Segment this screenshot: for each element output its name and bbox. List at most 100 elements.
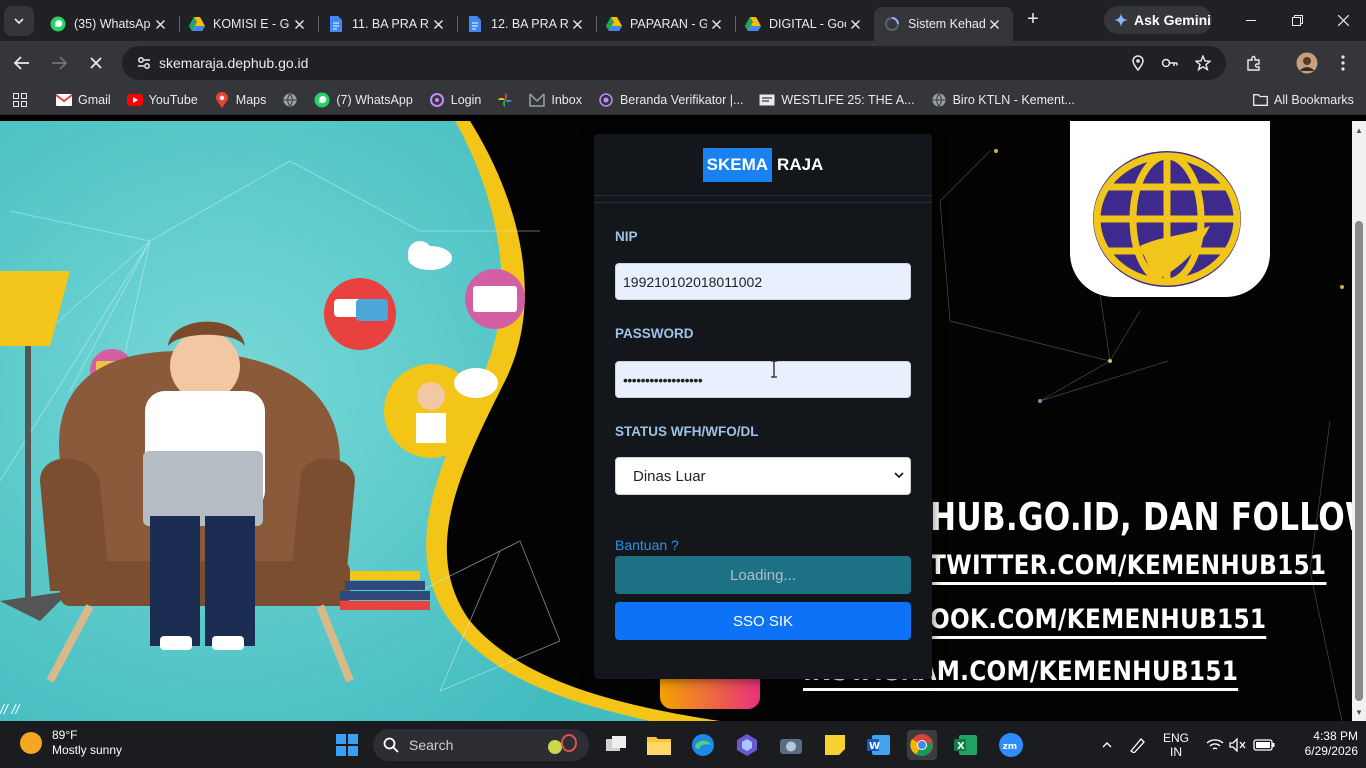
tab-close-icon[interactable] — [151, 15, 169, 33]
stop-loading-button[interactable] — [82, 49, 110, 77]
tab-close-icon[interactable] — [707, 15, 725, 33]
bookmark-item[interactable]: Login — [429, 92, 481, 108]
browser-tab[interactable]: Sistem Kehadiran — [874, 7, 1013, 41]
status-selected-value: Dinas Luar — [633, 467, 706, 485]
browser-tab[interactable]: 12. BA PRA RAPAT — [457, 7, 596, 41]
scroll-down-icon[interactable]: ▼ — [1352, 705, 1366, 719]
extensions-button[interactable] — [1240, 49, 1268, 77]
bookmark-label: Biro KTLN - Kement... — [952, 92, 1075, 107]
bookmark-label: (7) WhatsApp — [336, 92, 413, 107]
tab-close-icon[interactable] — [985, 15, 1003, 33]
bookmark-label: Gmail — [78, 92, 111, 107]
browser-menu-button[interactable] — [1329, 49, 1357, 77]
google-docs-icon — [467, 16, 483, 32]
app-hex-icon[interactable] — [732, 730, 762, 760]
zoom-icon[interactable]: zm — [996, 730, 1026, 760]
svg-text:zm: zm — [1003, 742, 1018, 752]
tab-search-button[interactable] — [4, 5, 34, 36]
chrome-icon[interactable] — [907, 730, 937, 760]
back-button[interactable] — [8, 49, 36, 77]
tab-close-icon[interactable] — [568, 15, 586, 33]
lang-top: ENG — [1162, 730, 1189, 745]
language-indicator[interactable]: ENG IN — [1160, 721, 1192, 768]
more-vert-icon — [1341, 55, 1345, 71]
weather-temp: 89°F — [52, 728, 78, 742]
ticket-icon — [759, 92, 775, 108]
bookmark-item[interactable]: Maps — [214, 91, 266, 108]
restore-button[interactable] — [1274, 0, 1320, 41]
minimize-button[interactable] — [1228, 0, 1274, 41]
speaker-muted-icon[interactable] — [1228, 721, 1248, 768]
taskbar-search[interactable]: Search — [373, 729, 589, 761]
login-button[interactable]: Loading... — [615, 556, 911, 594]
location-icon[interactable] — [1126, 46, 1150, 80]
tray-chevron-up-icon[interactable] — [1097, 721, 1117, 768]
new-tab-button[interactable]: + — [1019, 5, 1047, 33]
bookmark-item[interactable]: YouTube — [126, 92, 198, 108]
windows-logo-icon — [336, 734, 358, 756]
scroll-up-icon[interactable]: ▲ — [1352, 123, 1366, 137]
pen-menu-icon[interactable] — [1126, 721, 1150, 768]
google-drive-icon — [745, 16, 761, 32]
weather-widget[interactable]: 89°F Mostly sunny — [18, 728, 122, 758]
wifi-icon[interactable] — [1204, 721, 1226, 768]
camera-icon[interactable] — [776, 730, 806, 760]
all-bookmarks-button[interactable]: All Bookmarks — [1252, 92, 1354, 108]
profile-avatar[interactable] — [1293, 49, 1321, 77]
forward-button[interactable] — [45, 49, 73, 77]
page-scrollbar[interactable]: ▲ ▼ — [1352, 121, 1366, 721]
task-view-icon[interactable] — [601, 730, 631, 760]
windows-taskbar: 89°F Mostly sunny Search W X zm ENG IN 4… — [0, 721, 1366, 768]
svg-text:W: W — [869, 741, 880, 752]
globe-icon — [931, 92, 947, 108]
bookmark-item[interactable]: WESTLIFE 25: THE A... — [759, 92, 915, 108]
bookmark-item[interactable]: Biro KTLN - Kement... — [931, 92, 1075, 108]
tab-title: PAPARAN - Google Drive — [630, 17, 707, 31]
apps-grid-icon[interactable] — [0, 92, 40, 107]
site-info-icon[interactable] — [132, 56, 156, 70]
start-button[interactable] — [332, 730, 362, 760]
edge-icon[interactable] — [688, 730, 718, 760]
tab-close-icon[interactable] — [846, 15, 864, 33]
login-header: SKEMA RAJA — [594, 134, 932, 196]
browser-toolbar: skemaraja.dephub.go.id — [0, 41, 1366, 85]
ask-gemini-button[interactable]: Ask Gemini — [1104, 6, 1212, 34]
bookmark-star-icon[interactable] — [1191, 46, 1215, 80]
file-explorer-icon[interactable] — [644, 730, 674, 760]
close-window-button[interactable] — [1320, 0, 1366, 41]
tab-title: 12. BA PRA RAPAT — [491, 17, 568, 31]
bookmark-label: YouTube — [148, 92, 198, 107]
back-arrow-icon — [14, 56, 29, 70]
nip-input[interactable]: 199210102018011002 — [615, 263, 911, 300]
browser-tab[interactable]: PAPARAN - Google Drive — [596, 7, 735, 41]
sso-sik-button[interactable]: SSO SIK — [615, 602, 911, 640]
tab-close-icon[interactable] — [290, 15, 308, 33]
sticky-notes-icon[interactable] — [820, 730, 850, 760]
corner-text: // // — [0, 701, 20, 717]
bookmark-item[interactable]: (7) WhatsApp — [314, 92, 413, 108]
scroll-thumb[interactable] — [1355, 221, 1363, 701]
tab-close-icon[interactable] — [429, 15, 447, 33]
bookmark-item[interactable]: Inbox — [529, 92, 582, 108]
word-icon[interactable]: W — [864, 730, 894, 760]
bookmark-item[interactable] — [497, 92, 513, 108]
browser-tab[interactable]: (35) WhatsApp — [40, 7, 179, 41]
google-drive-icon — [606, 16, 622, 32]
ask-gemini-label: Ask Gemini — [1134, 12, 1212, 28]
system-clock[interactable]: 4:38 PM 6/29/2026 — [1290, 729, 1358, 759]
password-key-icon[interactable] — [1158, 46, 1182, 80]
bookmark-item[interactable] — [282, 92, 298, 108]
globe-icon — [282, 92, 298, 108]
address-bar[interactable]: skemaraja.dephub.go.id — [122, 46, 1226, 80]
password-input[interactable]: •••••••••••••••••• — [615, 361, 911, 398]
battery-icon[interactable] — [1252, 721, 1276, 768]
excel-icon[interactable]: X — [951, 730, 981, 760]
bookmark-item[interactable]: Beranda Verifikator |... — [598, 92, 743, 108]
help-link[interactable]: Bantuan ? — [615, 537, 679, 553]
browser-tab[interactable]: 11. BA PRA RAPAT — [318, 7, 457, 41]
browser-tab[interactable]: DIGITAL - Google Drive — [735, 7, 874, 41]
browser-tab[interactable]: KOMISI E - Google Drive — [179, 7, 318, 41]
clock-date: 6/29/2026 — [1304, 744, 1358, 758]
status-select[interactable]: Dinas Luar — [615, 457, 911, 495]
bookmark-item[interactable]: Gmail — [56, 92, 111, 108]
